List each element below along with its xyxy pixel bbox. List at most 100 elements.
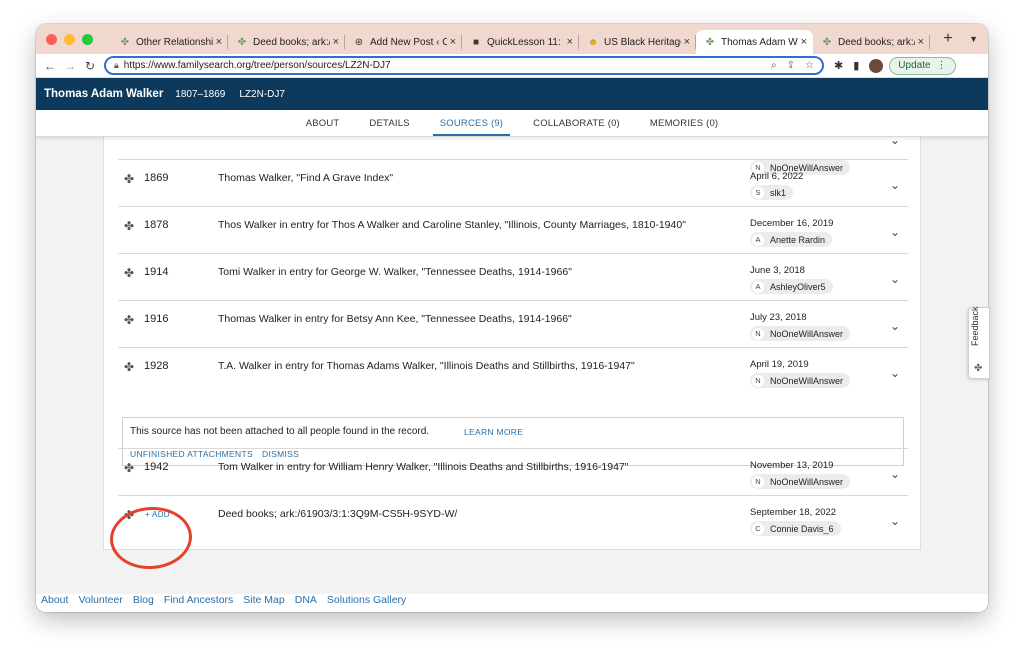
maximize-window-button[interactable] [82,33,93,45]
url-text[interactable]: https://www.familysearch.org/tree/person… [124,60,761,71]
extensions-puzzle-icon[interactable]: ✱ [834,59,843,72]
source-title[interactable]: Thos Walker in entry for Thos A Walker a… [218,219,688,232]
tab-sources[interactable]: SOURCES (9) [425,110,518,136]
forward-arrow-icon[interactable]: → [60,59,80,73]
close-tab-icon[interactable]: × [918,36,924,48]
browser-tab[interactable]: ■ QuickLesson 11: Ide× [462,30,579,54]
source-row[interactable]: ✤ 1914 Tomi Walker in entry for George W. … [118,253,908,300]
contributor-chip[interactable]: N NoOneWillAnswer [750,373,851,388]
footer-link-blog[interactable]: Blog [133,594,154,606]
browser-tab[interactable]: ✤ Thomas Adam Walke× [696,30,813,54]
minimize-window-button[interactable] [64,33,75,45]
chevron-down-icon[interactable]: ⌄ [890,319,900,333]
tab-memories[interactable]: MEMORIES (0) [635,110,733,136]
tab-details[interactable]: DETAILS [354,110,424,136]
contributor-name: slk1 [770,187,787,198]
source-meta: April 19, 2019 N NoOneWillAnswer [750,359,851,388]
emoji-icon: ☻ [587,36,599,48]
browser-tab[interactable]: ✤ Deed books; ark:/61× [228,30,345,54]
close-tab-icon[interactable]: × [216,36,222,48]
contributor-chip[interactable]: A AshleyOliver5 [750,279,833,294]
chevron-down-icon[interactable]: ⌄ [890,514,900,528]
footer-link-about[interactable]: About [41,594,68,606]
browser-tab[interactable]: ✤ Other Relationships× [111,30,228,54]
footer-link-site-map[interactable]: Site Map [243,594,284,606]
tab-about[interactable]: ABOUT [291,110,355,136]
close-tab-icon[interactable]: × [333,36,339,48]
close-window-button[interactable] [46,33,57,45]
chevron-down-icon[interactable]: ⌄ [890,366,900,380]
tab-title: Deed books; ark:/61 [253,36,330,48]
bookmark-star-icon[interactable]: ☆ [805,60,814,71]
new-tab-button[interactable]: + [938,30,958,48]
back-arrow-icon[interactable]: ← [40,59,60,73]
source-row[interactable]: ✤ 1878 Thos Walker in entry for Thos A Wal… [118,206,908,253]
browser-tab[interactable]: ⊛ Add New Post ‹ Com× [345,30,462,54]
footer-link-dna[interactable]: DNA [295,594,317,606]
browser-window: ✤Other Relationships×✤Deed books; ark:/6… [36,24,988,612]
contributor-chip[interactable]: A Anette Rardin [750,232,833,247]
source-meta: November 13, 2019 N NoOneWillAnswer [750,460,851,489]
source-row[interactable]: ✤ 1916 Thomas Walker in entry for Betsy An… [118,300,908,347]
contributor-name: NoOneWillAnswer [770,476,844,487]
contributor-chip[interactable]: N NoOneWillAnswer [750,474,851,489]
side-panel-icon[interactable]: ▮ [853,59,859,72]
footer-link-volunteer[interactable]: Volunteer [78,594,122,606]
source-date: July 23, 2018 [750,312,807,323]
tree-icon: ✤ [124,266,135,280]
source-date: April 6, 2022 [750,171,804,182]
tab-search-chevron-icon[interactable]: ▼ [969,34,978,44]
close-tab-icon[interactable]: × [567,36,573,48]
source-title[interactable]: Thomas Walker, "Find A Grave Index" [218,172,688,185]
browser-tab[interactable]: ✤ Deed books; ark:/61× [813,30,930,54]
tree-icon: ✤ [705,36,715,48]
chevron-down-icon[interactable]: ⌄ [890,272,900,286]
person-name[interactable]: Thomas Adam Walker [44,88,163,100]
source-year: 1869 [144,172,169,184]
source-meta: September 18, 2022 C Connie Davis_6 [750,507,841,536]
reload-icon[interactable]: ↻ [80,59,100,73]
footer-link-solutions-gallery[interactable]: Solutions Gallery [327,594,406,606]
contributor-initial: S [752,186,764,199]
contributor-initial: N [752,327,764,340]
source-title[interactable]: T.A. Walker in entry for Thomas Adams Wa… [218,360,688,373]
close-tab-icon[interactable]: × [801,36,807,48]
source-title[interactable]: Deed books; ark:/61903/3:1:3Q9M-CS5H-9SY… [218,508,688,521]
share-icon[interactable]: ⇪ [787,60,795,71]
update-button[interactable]: Update ⋮ [889,56,956,75]
learn-more-link[interactable]: LEARN MORE [464,427,523,437]
source-title[interactable]: Thomas Walker in entry for Betsy Ann Kee… [218,313,688,326]
zoom-icon[interactable]: ⌕ [771,60,777,71]
source-row[interactable]: ✤ + ADD Deed books; ark:/61903/3:1:3Q9M-CS… [118,495,908,542]
footer-link-find-ancestors[interactable]: Find Ancestors [164,594,233,606]
wordpress-icon: ⊛ [354,36,364,48]
profile-avatar[interactable] [869,58,884,73]
source-meta: April 6, 2022 Sslk1 [750,171,803,200]
contributor-chip[interactable]: C Connie Davis_6 [750,521,841,536]
chevron-down-icon[interactable]: ⌄ [890,225,900,239]
source-row[interactable]: ✤ 1942 Tom Walker in entry for William Hen… [118,448,908,495]
close-tab-icon[interactable]: × [684,36,690,48]
tree-icon: ✤ [237,36,247,48]
contributor-name: AshleyOliver5 [770,281,826,292]
browser-tab[interactable]: ☻ US Black Heritage × [579,30,696,54]
footer-links: About Volunteer Blog Find Ancestors Site Map… [36,594,406,606]
source-row[interactable]: ✤ 1928 T.A. Walker in entry for Thomas Ada… [118,347,908,394]
close-tab-icon[interactable]: × [450,36,456,48]
tree-icon: ✤ [124,360,135,374]
contributor-chip[interactable]: Sslk1 [750,185,794,200]
source-year: 1916 [144,313,169,325]
feedback-tab[interactable]: Feedback ✤ [968,306,990,379]
tree-icon: ✤ [124,219,135,233]
source-title[interactable]: Tom Walker in entry for William Henry Wa… [218,461,688,474]
tree-icon: ✤ [120,36,130,48]
chevron-down-icon[interactable]: ⌄ [890,178,900,192]
feedback-label: Feedback [970,306,980,346]
address-bar[interactable]: 🔒︎ https://www.familysearch.org/tree/per… [104,56,824,75]
source-title[interactable]: Tomi Walker in entry for George W. Walke… [218,266,688,279]
tab-collaborate[interactable]: COLLABORATE (0) [518,110,635,136]
contributor-chip[interactable]: N NoOneWillAnswer [750,326,851,341]
lock-icon[interactable]: 🔒︎ [114,60,119,71]
chevron-down-icon[interactable]: ⌄ [890,467,900,481]
source-row[interactable]: ✤ 1869 Thomas Walker, "Find A Grave Index"… [118,159,908,206]
